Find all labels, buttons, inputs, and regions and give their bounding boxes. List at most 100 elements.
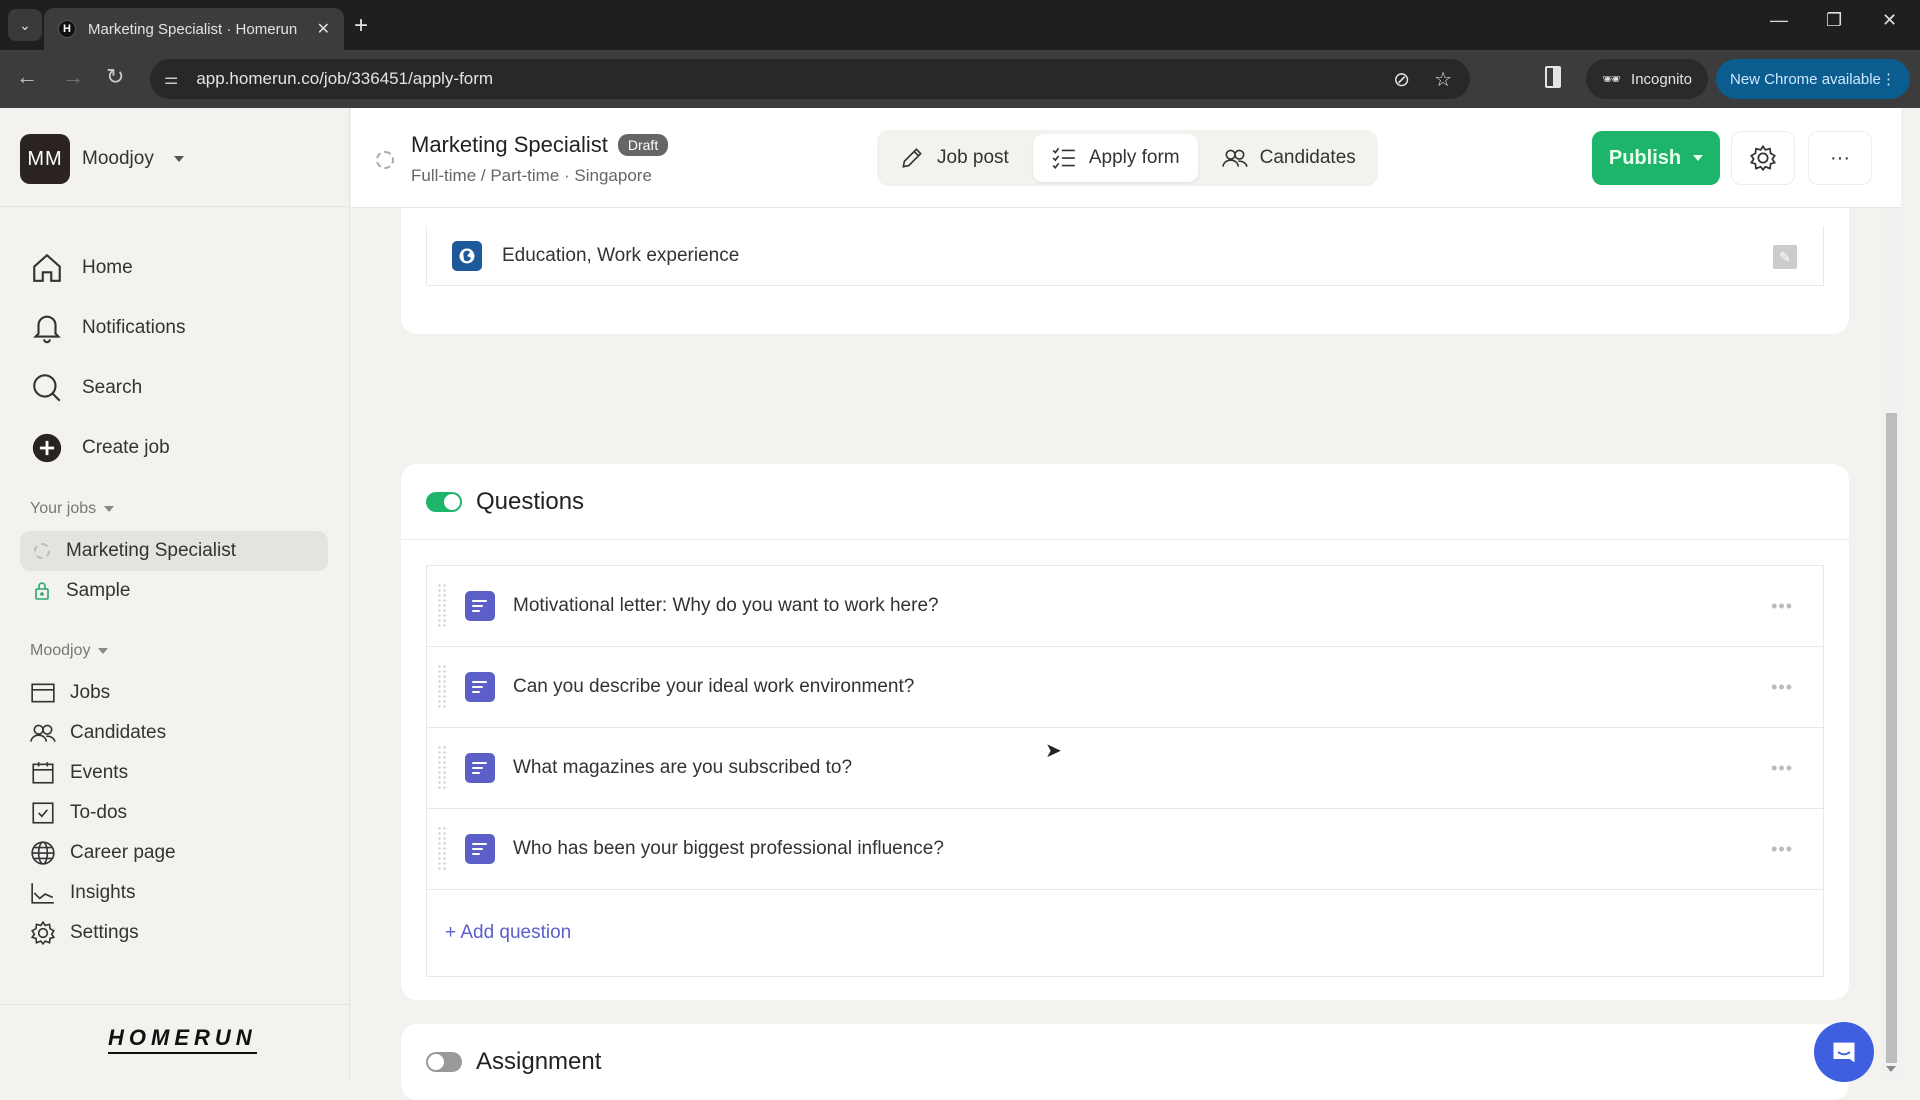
scrollbar-thumb[interactable] <box>1886 413 1897 1063</box>
sidebar-item-label: Notifications <box>82 317 186 338</box>
question-menu-icon[interactable]: ••• <box>1771 839 1793 860</box>
close-window-button[interactable]: ✕ <box>1882 10 1897 31</box>
question-row[interactable]: Can you describe your ideal work environ… <box>427 647 1823 728</box>
drag-handle-icon[interactable] <box>437 583 447 629</box>
linkedin-profile-icon <box>452 240 482 271</box>
sidebar-item-notifications[interactable]: Notifications <box>30 298 186 358</box>
minimize-button[interactable]: — <box>1770 10 1788 31</box>
text-question-icon <box>465 753 495 783</box>
tab-apply-form[interactable]: Apply form <box>1032 134 1198 182</box>
questions-toggle[interactable] <box>426 491 462 512</box>
back-button[interactable]: ← <box>16 64 38 90</box>
reload-button[interactable]: ↻ <box>106 64 124 90</box>
publish-button[interactable]: Publish <box>1592 131 1720 185</box>
chevron-down-icon <box>1693 155 1704 161</box>
sidebar-item-settings[interactable]: Settings <box>30 913 176 953</box>
sidebar-job-sample[interactable]: Sample <box>20 571 328 611</box>
address-bar[interactable]: ⚌ app.homerun.co/job/336451/apply-form ⊘… <box>150 59 1470 99</box>
draft-status-icon <box>34 543 50 559</box>
tab-label: Apply form <box>1088 147 1180 168</box>
sidebar-item-label: Settings <box>70 922 139 943</box>
site-info-icon[interactable]: ⚌ <box>164 69 178 89</box>
sidebar-item-home[interactable]: Home <box>30 238 186 298</box>
tab-search-button[interactable]: ⌄ <box>8 9 42 41</box>
update-label: New Chrome available <box>1730 70 1881 88</box>
profile-field-label: Education, Work experience <box>502 244 740 266</box>
question-text: Can you describe your ideal work environ… <box>513 676 915 697</box>
sidebar-item-career-page[interactable]: Career page <box>30 833 176 873</box>
sidebar-item-label: Career page <box>70 842 176 863</box>
scroll-down-arrow-icon[interactable] <box>1886 1066 1896 1072</box>
sidebar-job-marketing-specialist[interactable]: Marketing Specialist <box>20 531 328 571</box>
question-row[interactable]: Who has been your biggest professional i… <box>427 809 1823 890</box>
drag-handle-icon[interactable] <box>437 664 447 710</box>
workspace-switcher[interactable]: MM Moodjoy <box>20 134 184 184</box>
chevron-down-icon <box>104 505 115 512</box>
add-question-link[interactable]: + Add question <box>427 890 1823 976</box>
update-chrome-button[interactable]: New Chrome available ⋮ <box>1716 59 1910 99</box>
assignment-toggle[interactable] <box>426 1052 462 1072</box>
section-label: Your jobs <box>30 500 97 517</box>
chat-bubble-icon <box>1833 1042 1855 1063</box>
homerun-logo[interactable]: HOMERUN <box>108 1026 257 1054</box>
job-subtitle: Full-time / Part-time · Singapore <box>411 166 652 185</box>
status-badge: Draft <box>617 134 669 156</box>
edit-icon[interactable]: ✎ <box>1773 245 1797 269</box>
incognito-label: Incognito <box>1631 70 1692 88</box>
forward-button[interactable]: → <box>62 64 84 90</box>
workspace-name: Moodjoy <box>82 148 154 169</box>
incognito-indicator[interactable]: 🕶 Incognito <box>1586 59 1708 99</box>
sidebar-item-create-job[interactable]: Create job <box>30 418 186 478</box>
restore-button[interactable]: ❐ <box>1826 10 1842 31</box>
text-question-icon <box>465 834 495 864</box>
tab-candidates[interactable]: Candidates <box>1204 134 1374 182</box>
job-settings-button[interactable] <box>1731 131 1795 185</box>
tracking-eye-off-icon[interactable]: ⊘ <box>1393 67 1410 92</box>
sidebar-item-todos[interactable]: To-dos <box>30 793 176 833</box>
question-menu-icon[interactable]: ••• <box>1771 677 1793 698</box>
url-text: app.homerun.co/job/336451/apply-form <box>196 69 494 88</box>
section-title: Questions <box>476 487 585 515</box>
browser-chrome: ⌄ H Marketing Specialist · Homerun ✕ + —… <box>0 0 1920 108</box>
sidebar-item-events[interactable]: Events <box>30 753 176 793</box>
tab-job-post[interactable]: Job post <box>881 134 1027 182</box>
question-menu-icon[interactable]: ••• <box>1771 758 1793 779</box>
draft-status-icon <box>376 151 394 169</box>
sidebar-item-jobs[interactable]: Jobs <box>30 673 176 713</box>
sidebar-item-label: Events <box>70 762 129 783</box>
kebab-menu-icon: ⋮ <box>1881 71 1896 88</box>
lock-icon <box>35 582 49 600</box>
browser-tab[interactable]: H Marketing Specialist · Homerun ✕ <box>44 8 344 50</box>
ellipsis-icon: ··· <box>1830 146 1850 169</box>
chat-support-button[interactable] <box>1814 1022 1874 1082</box>
side-panel-icon[interactable] <box>1545 66 1561 88</box>
sidebar-item-search[interactable]: Search <box>30 358 186 418</box>
main-nav: Home Notifications Search Create job <box>30 238 186 478</box>
publish-label: Publish <box>1608 146 1682 169</box>
close-tab-icon[interactable]: ✕ <box>317 19 330 39</box>
text-question-icon <box>465 591 495 621</box>
sidebar-item-insights[interactable]: Insights <box>30 873 176 913</box>
divider <box>0 206 349 207</box>
new-tab-button[interactable]: + <box>354 12 368 40</box>
search-icon <box>33 374 61 402</box>
sidebar-item-label: Create job <box>82 437 170 458</box>
question-menu-icon[interactable]: ••• <box>1771 596 1793 617</box>
sidebar-item-label: Candidates <box>70 722 167 743</box>
drag-handle-icon[interactable] <box>437 826 447 872</box>
plus-circle-icon <box>32 433 62 463</box>
your-jobs-section-toggle[interactable]: Your jobs <box>30 500 115 518</box>
profile-field-row[interactable]: Education, Work experience ✎ <box>426 226 1824 286</box>
org-section-toggle[interactable]: Moodjoy <box>30 642 109 660</box>
sidebar-item-candidates[interactable]: Candidates <box>30 713 176 753</box>
drag-handle-icon[interactable] <box>437 745 447 791</box>
calendar-icon <box>32 762 54 784</box>
bookmark-star-icon[interactable]: ☆ <box>1434 67 1452 92</box>
more-options-button[interactable]: ··· <box>1808 131 1872 185</box>
question-row[interactable]: Motivational letter: Why do you want to … <box>427 566 1823 647</box>
page-scrollbar[interactable] <box>1882 108 1901 1080</box>
text-question-icon <box>465 672 495 702</box>
gear-icon <box>1749 144 1777 172</box>
question-row[interactable]: What magazines are you subscribed to? ••… <box>427 728 1823 809</box>
workspace-avatar: MM <box>20 134 70 184</box>
